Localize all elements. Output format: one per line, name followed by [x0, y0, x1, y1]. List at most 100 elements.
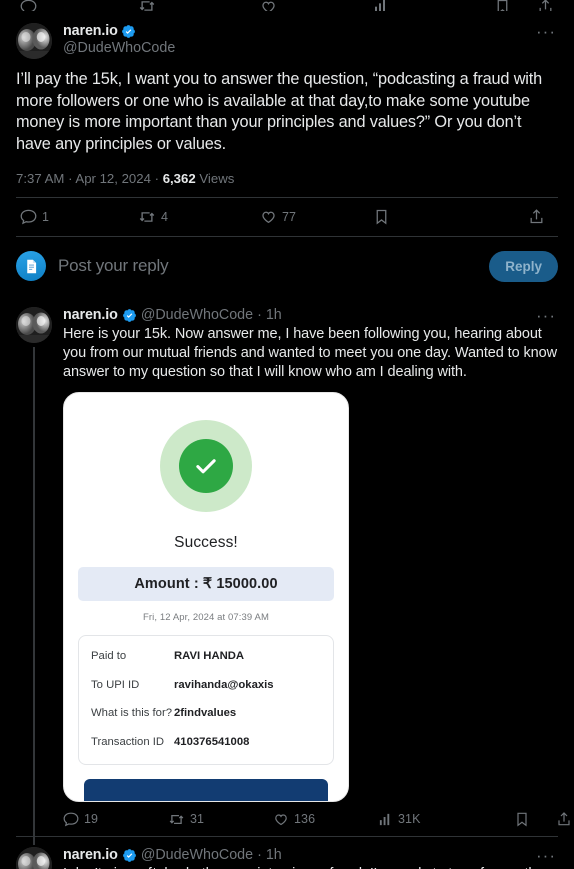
repost-icon	[138, 0, 156, 11]
share-icon[interactable]	[537, 0, 554, 11]
like-action-partial[interactable]	[260, 0, 373, 11]
views-action[interactable]: 31K	[378, 812, 488, 827]
share-action[interactable]	[528, 208, 554, 225]
detail-value: ravihanda@okaxis	[174, 678, 274, 691]
bookmark-share-group	[514, 811, 570, 827]
like-count: 77	[282, 209, 297, 224]
reply-placeholder[interactable]: Post your reply	[58, 256, 169, 276]
handle: @DudeWhoCode	[140, 307, 254, 324]
receipt-action-button[interactable]	[84, 778, 328, 801]
document-avatar-icon	[23, 258, 40, 275]
bookmark-icon[interactable]	[494, 0, 511, 11]
avatar[interactable]	[16, 846, 52, 869]
reply-tweet-1[interactable]: naren.io @DudeWhoCode · 1h ··· Here is y…	[0, 297, 574, 845]
thread-connector-line	[33, 346, 35, 845]
like-icon	[273, 811, 289, 827]
verified-badge-icon	[122, 848, 137, 863]
repost-action[interactable]: 31	[168, 811, 273, 828]
repost-action[interactable]: 4	[138, 208, 260, 226]
composer-avatar[interactable]	[16, 251, 46, 282]
views-count: 31K	[398, 812, 421, 827]
meta-sep-1: ·	[68, 170, 73, 186]
reply-icon	[63, 811, 79, 827]
reply-1-actions: 19 31 136 31K	[63, 802, 570, 836]
table-row: To UPI ID ravihanda@okaxis	[91, 678, 321, 693]
twitter-thread-screen: naren.io @DudeWhoCode ··· I’ll pay the 1…	[0, 0, 574, 869]
bookmark-action[interactable]	[373, 208, 493, 225]
detail-value: 2findvalues	[174, 707, 237, 720]
receipt-details-table: Paid to RAVI HANDA To UPI ID ravihanda@o…	[78, 635, 334, 765]
display-name: naren.io	[63, 847, 118, 864]
display-name-row[interactable]: naren.io	[63, 23, 175, 40]
payment-receipt-card[interactable]: Success! Amount : ₹ 15000.00 Fri, 12 Apr…	[63, 392, 349, 802]
success-check-inner	[179, 439, 233, 494]
table-row: What is this for? 2findvalues	[91, 706, 321, 721]
main-tweet-meta: 7:37 AM · Apr 12, 2024 · 6,362 Views	[16, 171, 558, 186]
detail-label: What is this for?	[91, 707, 172, 720]
main-tweet-text: I’ll pay the 15k, I want you to answer t…	[16, 70, 547, 154]
main-tweet[interactable]: naren.io @DudeWhoCode ··· I’ll pay the 1…	[0, 11, 574, 237]
repost-icon	[138, 208, 156, 226]
like-action[interactable]: 77	[260, 208, 373, 225]
cut-off-action-bar	[0, 0, 574, 11]
reply-composer[interactable]: Post your reply Reply	[0, 237, 574, 297]
reply-action[interactable]: 19	[63, 811, 168, 827]
partial-actions-row	[0, 0, 574, 11]
receipt-inner: Success! Amount : ₹ 15000.00 Fri, 12 Apr…	[64, 393, 348, 801]
detail-label: Transaction ID	[91, 736, 165, 749]
receipt-status-title: Success!	[174, 534, 238, 552]
reply-2-header[interactable]: naren.io @DudeWhoCode · 1h ···	[63, 847, 558, 864]
meta-sep-2: ·	[154, 170, 160, 186]
reply-1-header[interactable]: naren.io @DudeWhoCode · 1h ···	[63, 307, 558, 324]
meta-separator: ·	[257, 307, 262, 324]
repost-count: 4	[161, 209, 169, 224]
reply-action-partial[interactable]	[20, 0, 138, 11]
reply-action[interactable]: 1	[20, 208, 138, 225]
reply-2-avatar-column	[16, 846, 52, 869]
views-icon	[378, 812, 393, 827]
views-action-partial[interactable]	[373, 0, 493, 11]
bookmark-icon[interactable]	[514, 811, 530, 827]
success-check-icon	[160, 420, 252, 513]
reply-1-content: naren.io @DudeWhoCode · 1h ··· Here is y…	[16, 307, 570, 837]
tweet-time: 7:37 AM	[16, 170, 65, 186]
main-tweet-identity: naren.io @DudeWhoCode	[63, 23, 175, 57]
like-action[interactable]: 136	[273, 811, 378, 827]
share-icon[interactable]	[556, 811, 572, 827]
avatar-photo	[16, 306, 52, 343]
repost-action-partial[interactable]	[138, 0, 260, 11]
more-options-button[interactable]: ···	[534, 847, 558, 864]
avatar-photo	[16, 23, 52, 59]
meta-separator: ·	[257, 847, 262, 864]
tweet-date: Apr 12, 2024	[75, 170, 151, 186]
timestamp: 1h	[265, 847, 282, 864]
handle: @DudeWhoCode	[63, 40, 176, 57]
avatar[interactable]	[16, 306, 52, 343]
detail-value: 410376541008	[174, 736, 250, 749]
timestamp: 1h	[265, 307, 282, 324]
like-icon	[260, 0, 277, 11]
table-row: Transaction ID 410376541008	[91, 735, 321, 750]
reply-icon	[20, 0, 37, 11]
reply-count: 1	[42, 209, 50, 224]
receipt-datetime: Fri, 12 Apr, 2024 at 07:39 AM	[143, 612, 269, 624]
avatar[interactable]	[16, 23, 52, 59]
like-icon	[260, 208, 277, 225]
display-name: naren.io	[63, 23, 118, 39]
views-icon	[373, 0, 389, 11]
more-options-button[interactable]: ···	[534, 23, 558, 40]
repost-icon	[168, 811, 185, 828]
reply-tweet-2[interactable]: naren.io @DudeWhoCode · 1h ··· I don’t g…	[0, 837, 574, 869]
bookmark-share-partial[interactable]	[494, 0, 554, 11]
reply-1-text: Here is your 15k. Now answer me, I have …	[63, 325, 561, 380]
handle: @DudeWhoCode	[140, 847, 254, 864]
reply-submit-button[interactable]: Reply	[489, 250, 558, 282]
views-count: 6,362	[162, 170, 196, 186]
like-count: 136	[294, 812, 316, 827]
views-label: Views	[199, 170, 235, 186]
reply-2-content: naren.io @DudeWhoCode · 1h ··· I don’t g…	[63, 847, 558, 869]
receipt-button-wrap	[78, 778, 334, 801]
table-row: Paid to RAVI HANDA	[91, 649, 321, 664]
more-options-button[interactable]: ···	[534, 307, 558, 324]
verified-badge-icon	[121, 24, 136, 39]
